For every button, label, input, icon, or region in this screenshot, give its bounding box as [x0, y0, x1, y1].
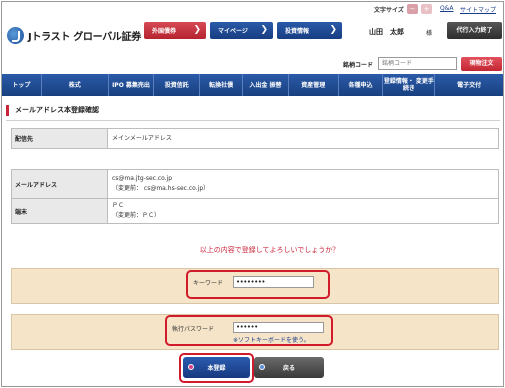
utility-bar: 文字サイズ − + Q&A サイトマップ [2, 2, 503, 16]
table-row: メールアドレス cs@ma.jtg-sec.co.jp （変更前： cs@ma.… [11, 169, 499, 199]
font-size-increase-button[interactable]: + [421, 4, 432, 14]
nav-item[interactable]: 入出金 振替 [243, 74, 289, 96]
back-label: 戻る [282, 365, 295, 372]
device-cell: ＰＣ （変更前：ＰＣ） [107, 198, 499, 224]
chevron-right-icon: ❯ [260, 25, 268, 35]
company-logo[interactable]: Jトラスト グローバル証券 [7, 24, 141, 46]
table-row: 端末 ＰＣ （変更前：ＰＣ） [11, 198, 499, 224]
main-navigation: トップ 株式 IPO 募集売出 投資信託 転換社債 入出金 振替 資産管理 各種申込 登録情報・… [2, 74, 503, 96]
email-label: メールアドレス [11, 169, 108, 199]
chevron-right-icon: ❯ [193, 25, 201, 35]
delivery-label: 配信先 [11, 128, 108, 149]
stock-code-input[interactable] [378, 57, 457, 70]
page-title: メールアドレス本登録確認 [6, 105, 99, 116]
nav-item[interactable]: 電子交付 [435, 74, 503, 96]
device-value: ＰＣ [112, 202, 125, 209]
font-size-label: 文字サイズ [374, 7, 404, 14]
user-name: 山田 太郎 [369, 28, 404, 36]
delivery-value: メインメールアドレス [107, 128, 499, 149]
nav-item[interactable]: 各種申込 [339, 74, 384, 96]
email-before-value: （変更前： cs@ma.hs-sec.co.jp） [112, 185, 210, 192]
delivery-table: 配信先 メインメールアドレス [11, 128, 499, 149]
nav-item[interactable]: 転換社債 [200, 74, 244, 96]
logo-text: Jトラスト グローバル証券 [28, 31, 142, 43]
email-cell: cs@ma.jtg-sec.co.jp （変更前： cs@ma.hs-sec.c… [107, 169, 499, 199]
details-table: メールアドレス cs@ma.jtg-sec.co.jp （変更前： cs@ma.… [11, 169, 499, 224]
spot-order-button[interactable]: 現物注文 [461, 57, 502, 71]
qa-link[interactable]: Q&A [440, 5, 454, 12]
stock-code-label: 銘柄コード [343, 62, 374, 69]
foreign-bonds-button[interactable]: 外国債券 ❯ [144, 22, 206, 39]
end-proxy-input-button[interactable]: 代行入力終了 [447, 22, 502, 39]
logo-icon [7, 26, 24, 44]
chevron-right-icon: ❯ [329, 25, 337, 35]
back-button[interactable]: 戻る [254, 357, 324, 378]
email-value: cs@ma.jtg-sec.co.jp [112, 175, 173, 182]
device-before-value: （変更前：ＰＣ） [112, 212, 161, 219]
page-frame: 文字サイズ − + Q&A サイトマップ Jトラスト グローバル証券 外国債券 … [1, 1, 504, 387]
nav-item[interactable]: IPO 募集売出 [109, 74, 155, 96]
nav-item[interactable]: トップ [2, 74, 42, 96]
keyword-highlight-frame [186, 270, 330, 299]
nav-item[interactable]: 投資信託 [154, 74, 201, 96]
nav-item[interactable]: 資産管理 [289, 74, 339, 96]
exec-password-highlight-frame [165, 315, 333, 346]
bullet-icon [259, 364, 265, 370]
user-honorific: 様 [426, 30, 433, 37]
mypage-label: マイページ [218, 28, 248, 35]
register-highlight-frame [179, 353, 254, 383]
sitemap-link[interactable]: サイトマップ [460, 5, 496, 14]
device-label: 端末 [11, 198, 108, 224]
font-size-decrease-button[interactable]: − [407, 4, 418, 14]
mypage-button[interactable]: マイページ ❯ [210, 22, 273, 39]
nav-item[interactable]: 株式 [42, 74, 109, 96]
investment-info-label: 投資情報 [285, 28, 310, 35]
table-row: 配信先 メインメールアドレス [11, 128, 499, 149]
title-divider [6, 120, 500, 121]
foreign-bonds-label: 外国債券 [152, 28, 177, 35]
investment-info-button[interactable]: 投資情報 ❯ [277, 22, 342, 39]
confirm-question: 以上の内容で登録してよろしいでしょうか？ [199, 246, 340, 254]
nav-item[interactable]: 登録情報・ 変更手続き [383, 74, 436, 96]
